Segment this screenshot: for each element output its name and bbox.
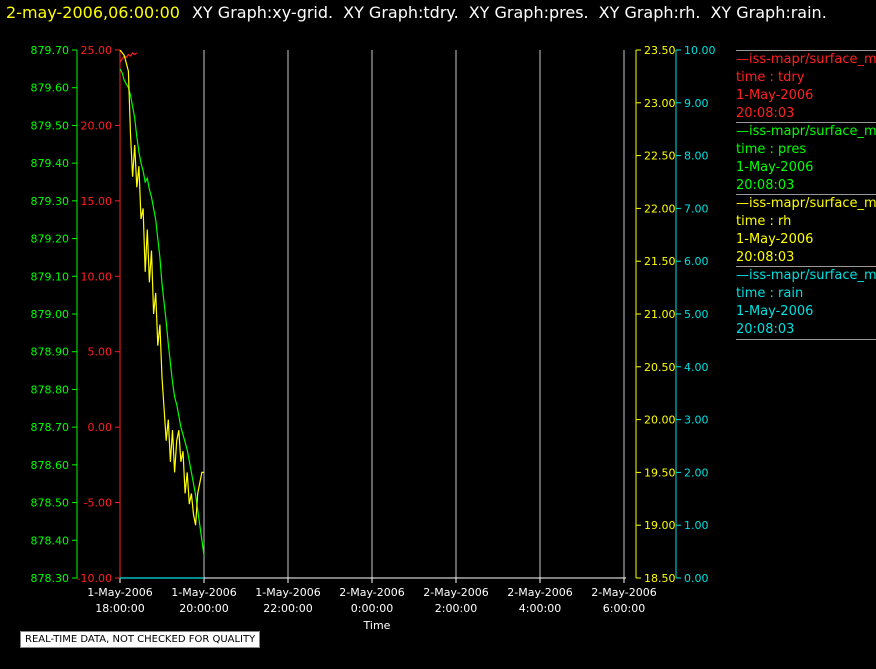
legend-time: 20:08:03 [736, 322, 795, 337]
legend-time: 20:08:03 [736, 178, 795, 193]
x-tick-label-date: 1-May-2006 [255, 586, 320, 599]
x-tick-label-time: 20:00:00 [179, 602, 228, 615]
y-tick-label-rain: 3.00 [684, 414, 709, 427]
y-tick-label-pres: 878.80 [31, 383, 70, 396]
y-tick-label-rh: 20.00 [644, 414, 676, 427]
y-tick-label-tdry: 15.00 [81, 195, 113, 208]
legend-date: 1-May-2006 [736, 232, 814, 247]
y-tick-label-pres: 878.60 [31, 459, 70, 472]
y-tick-label-rain: 7.00 [684, 202, 709, 215]
legend-variable: time : pres [736, 142, 807, 157]
legend-entry-tdry: —iss-mapr/surface_m time : tdry 1-May-20… [736, 50, 876, 123]
y-tick-label-rain: 2.00 [684, 466, 709, 479]
y-tick-label-rain: 5.00 [684, 308, 709, 321]
y-tick-label-rh: 20.50 [644, 361, 676, 374]
y-tick-label-pres: 879.60 [31, 82, 70, 95]
y-tick-label-pres: 879.00 [31, 308, 70, 321]
series-line-pres [119, 68, 205, 556]
y-tick-label-rain: 8.00 [684, 150, 709, 163]
legend-entry-rh: —iss-mapr/surface_m time : rh 1-May-2006… [736, 194, 876, 267]
y-tick-label-rh: 22.50 [644, 150, 676, 163]
y-tick-label-rh: 18.50 [644, 572, 676, 585]
x-tick-label-date: 1-May-2006 [171, 586, 236, 599]
legend-date: 1-May-2006 [736, 304, 814, 319]
legend-variable: time : rain [736, 286, 804, 301]
y-tick-label-rh: 21.50 [644, 255, 676, 268]
x-tick-label-time: 4:00:00 [519, 602, 561, 615]
y-tick-label-pres: 878.30 [31, 572, 70, 585]
y-tick-label-pres: 879.70 [31, 44, 70, 57]
x-tick-label-time: 6:00:00 [603, 602, 645, 615]
legend-source: —iss-mapr/surface_m [736, 268, 876, 283]
y-tick-label-pres: 879.50 [31, 119, 70, 132]
y-tick-label-rain: 0.00 [684, 572, 709, 585]
x-tick-label-date: 1-May-2006 [87, 586, 152, 599]
y-tick-label-rh: 21.00 [644, 308, 676, 321]
quality-note: REAL-TIME DATA, NOT CHECKED FOR QUALITY [20, 631, 261, 648]
x-tick-label-time: 18:00:00 [95, 602, 144, 615]
series-line-tdry [119, 52, 138, 63]
y-tick-label-rh: 19.00 [644, 519, 676, 532]
legend-time: 20:08:03 [736, 250, 795, 265]
y-tick-label-rain: 10.00 [684, 44, 716, 57]
y-tick-label-tdry: 20.00 [81, 119, 113, 132]
y-tick-label-pres: 879.30 [31, 195, 70, 208]
y-tick-label-tdry: -10.00 [77, 572, 112, 585]
y-tick-label-pres: 878.50 [31, 497, 70, 510]
y-tick-label-tdry: 25.00 [81, 44, 113, 57]
x-axis-title: Time [363, 619, 391, 632]
y-tick-label-rain: 9.00 [684, 97, 709, 110]
legend-variable: time : rh [736, 214, 792, 229]
x-tick-label-date: 2-May-2006 [591, 586, 656, 599]
y-tick-label-pres: 879.20 [31, 233, 70, 246]
legend-date: 1-May-2006 [736, 88, 814, 103]
y-tick-label-rain: 6.00 [684, 255, 709, 268]
x-tick-label-time: 0:00:00 [351, 602, 393, 615]
y-tick-label-pres: 878.90 [31, 346, 70, 359]
legend-time: 20:08:03 [736, 106, 795, 121]
y-tick-label-pres: 878.70 [31, 421, 70, 434]
y-tick-label-tdry: 0.00 [88, 421, 113, 434]
legend-source: —iss-mapr/surface_m [736, 52, 876, 67]
legend-source: —iss-mapr/surface_m [736, 124, 876, 139]
x-tick-label-time: 22:00:00 [263, 602, 312, 615]
legend-source: —iss-mapr/surface_m [736, 196, 876, 211]
x-tick-label-date: 2-May-2006 [339, 586, 404, 599]
y-tick-label-rain: 1.00 [684, 519, 709, 532]
x-tick-label-date: 2-May-2006 [507, 586, 572, 599]
y-tick-label-rh: 23.50 [644, 44, 676, 57]
legend-variable: time : tdry [736, 70, 805, 85]
y-tick-label-rh: 23.00 [644, 97, 676, 110]
y-tick-label-pres: 878.40 [31, 534, 70, 547]
x-tick-label-time: 2:00:00 [435, 602, 477, 615]
y-tick-label-pres: 879.10 [31, 270, 70, 283]
legend-separator [736, 339, 876, 340]
y-tick-label-tdry: 5.00 [88, 346, 113, 359]
y-tick-label-rh: 22.00 [644, 202, 676, 215]
y-tick-label-pres: 879.40 [31, 157, 70, 170]
legend-entry-pres: —iss-mapr/surface_m time : pres 1-May-20… [736, 122, 876, 195]
y-tick-label-tdry: -5.00 [84, 497, 112, 510]
legend-entry-rain: —iss-mapr/surface_m time : rain 1-May-20… [736, 266, 876, 340]
legend-date: 1-May-2006 [736, 160, 814, 175]
y-tick-label-tdry: 10.00 [81, 270, 113, 283]
x-tick-label-date: 2-May-2006 [423, 586, 488, 599]
y-tick-label-rh: 19.50 [644, 466, 676, 479]
y-tick-label-rain: 4.00 [684, 361, 709, 374]
